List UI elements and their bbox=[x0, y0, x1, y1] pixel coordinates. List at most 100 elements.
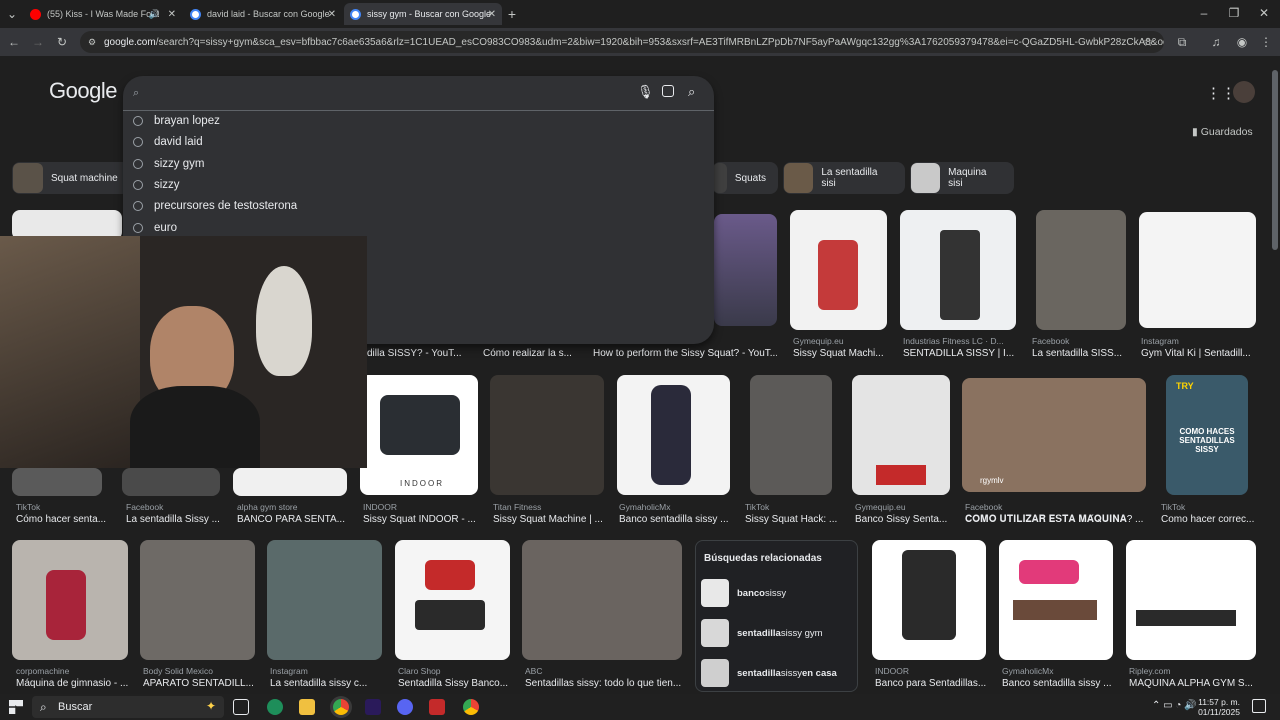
suggestion-item[interactable]: brayan lopez bbox=[133, 111, 220, 131]
chip-sentadilla-sisi[interactable]: La sentadilla sisi bbox=[783, 162, 905, 194]
window-close-icon[interactable]: ✕ bbox=[1256, 5, 1272, 21]
result-caption[interactable]: La sentadilla sissy c... bbox=[270, 678, 382, 689]
result-caption[interactable]: Banco para Sentadillas... bbox=[875, 678, 987, 689]
search-input[interactable] bbox=[153, 84, 633, 106]
suggestion-item[interactable]: precursores de testosterona bbox=[133, 196, 297, 216]
tab-search-icon[interactable]: ⌄ bbox=[4, 6, 20, 22]
close-icon[interactable]: ✕ bbox=[168, 9, 176, 20]
related-item[interactable]: sentadilla sissy gym bbox=[701, 619, 823, 647]
chrome-icon[interactable] bbox=[333, 699, 349, 715]
related-item[interactable]: sentadilla sissy en casa bbox=[701, 659, 837, 687]
result-caption[interactable]: Banco sentadilla sissy ... bbox=[1002, 678, 1114, 689]
extensions-icon[interactable]: ⧉ bbox=[1174, 34, 1190, 50]
result-image[interactable] bbox=[12, 540, 128, 660]
result-image[interactable] bbox=[12, 468, 102, 496]
windows-start-icon[interactable] bbox=[9, 700, 23, 714]
result-caption[interactable]: dilla SISSY? - YouT... bbox=[367, 348, 467, 359]
result-image[interactable] bbox=[267, 540, 382, 660]
suggestion-item[interactable]: sizzy bbox=[133, 175, 180, 195]
address-bar[interactable]: ⚙ google.com/search?q=sissy+gym&sca_esv=… bbox=[80, 31, 1164, 53]
tray-icons[interactable]: ⌃ ▭ ◔ 🔊 bbox=[1152, 700, 1197, 711]
media-control-icon[interactable]: ♫ bbox=[1208, 34, 1224, 50]
scrollbar-thumb[interactable] bbox=[1272, 70, 1278, 250]
result-image[interactable] bbox=[395, 540, 510, 660]
minimize-icon[interactable]: – bbox=[1196, 5, 1212, 21]
discord-icon[interactable] bbox=[397, 699, 413, 715]
apps-grid-icon[interactable]: ⋮⋮ bbox=[1206, 84, 1236, 102]
back-icon[interactable]: ← bbox=[6, 34, 22, 50]
result-image[interactable]: TRY COMO HACES SENTADILLAS SISSY bbox=[1166, 375, 1248, 495]
result-image[interactable]: INDOOR bbox=[360, 375, 478, 495]
result-caption[interactable]: BANCO PARA SENTA... bbox=[237, 514, 347, 525]
result-image[interactable] bbox=[714, 214, 777, 326]
forward-icon[interactable]: → bbox=[30, 34, 46, 50]
new-tab-icon[interactable]: + bbox=[504, 6, 520, 22]
result-image[interactable] bbox=[1126, 540, 1256, 660]
result-image[interactable] bbox=[999, 540, 1113, 660]
result-image[interactable] bbox=[617, 375, 730, 495]
result-caption[interactable]: How to perform the Sissy Squat? - YouT..… bbox=[593, 348, 777, 359]
notifications-icon[interactable] bbox=[1252, 699, 1266, 713]
result-image[interactable] bbox=[140, 540, 255, 660]
suggestion-item[interactable]: euro bbox=[133, 218, 177, 238]
search-submit-icon[interactable]: ⌕ bbox=[688, 84, 695, 100]
result-caption[interactable]: Banco Sissy Senta... bbox=[855, 514, 951, 525]
chip-squats[interactable]: Squats bbox=[712, 162, 778, 194]
chip-squat-machine[interactable]: Squat machine bbox=[12, 162, 130, 194]
result-image[interactable] bbox=[750, 375, 832, 495]
speaker-icon[interactable]: 🔊 bbox=[149, 9, 160, 20]
chrome-icon-2[interactable] bbox=[463, 699, 479, 715]
result-image[interactable] bbox=[122, 468, 220, 496]
result-image[interactable] bbox=[233, 468, 347, 496]
result-image[interactable]: rgymlv bbox=[962, 378, 1146, 492]
maximize-icon[interactable]: ❐ bbox=[1226, 5, 1242, 21]
result-image[interactable] bbox=[1139, 212, 1256, 328]
chip-maquina-sisi[interactable]: Maquina sisi bbox=[910, 162, 1014, 194]
result-image[interactable] bbox=[522, 540, 682, 660]
microphone-icon[interactable]: 🎙 bbox=[637, 84, 654, 100]
taskbar-search[interactable]: ⌕ Buscar ✦ bbox=[32, 696, 224, 718]
account-avatar[interactable] bbox=[1233, 81, 1255, 103]
result-caption[interactable]: Cómo realizar la s... bbox=[483, 348, 583, 359]
close-icon[interactable]: ✕ bbox=[488, 9, 496, 20]
result-image[interactable] bbox=[790, 210, 887, 330]
result-image[interactable] bbox=[490, 375, 604, 495]
close-icon[interactable]: ✕ bbox=[328, 9, 336, 20]
reload-icon[interactable]: ↻ bbox=[54, 34, 70, 50]
result-caption[interactable]: La sentadilla SISS... bbox=[1032, 348, 1126, 359]
result-caption[interactable]: MÁQUINA ALPHA GYM S... bbox=[1129, 678, 1255, 689]
result-image[interactable] bbox=[900, 210, 1016, 330]
system-clock[interactable]: 11:57 p. m. 01/11/2025 bbox=[1198, 697, 1240, 717]
result-caption[interactable]: 𝐂𝐎𝐌𝐎 𝐔𝐓𝐈𝐋𝐈𝐙𝐀𝐑 𝐄𝐒𝐓𝐀 𝐌𝐀́𝐐𝐔𝐈𝐍𝐀? ... bbox=[965, 514, 1145, 525]
result-image[interactable] bbox=[872, 540, 986, 660]
related-item[interactable]: banco sissy bbox=[701, 579, 786, 607]
result-caption[interactable]: Sentadillas sissy: todo lo que tien... bbox=[525, 678, 682, 689]
camera-icon[interactable] bbox=[662, 85, 674, 97]
suggestion-item[interactable]: david laid bbox=[133, 132, 203, 152]
result-caption[interactable]: Sentadilla Sissy Banco... bbox=[398, 678, 510, 689]
result-caption[interactable]: Máquina de gimnasio - ... bbox=[16, 678, 128, 689]
tab-david-laid[interactable]: david laid - Buscar con Google ✕ bbox=[184, 3, 342, 25]
app-icon-1[interactable] bbox=[267, 699, 283, 715]
result-caption[interactable]: Sissy Squat Machi... bbox=[793, 348, 887, 359]
google-logo[interactable]: Google bbox=[49, 78, 117, 104]
result-caption[interactable]: SENTADILLA SISSY | I... bbox=[903, 348, 1015, 359]
task-view-icon[interactable] bbox=[233, 699, 249, 715]
suggestion-item[interactable]: sizzy gym bbox=[133, 154, 204, 174]
app-icon-2[interactable] bbox=[429, 699, 445, 715]
result-caption[interactable]: APARATO SENTADILL... bbox=[143, 678, 255, 689]
result-caption[interactable]: Cómo hacer senta... bbox=[16, 514, 112, 525]
premiere-icon[interactable] bbox=[365, 699, 381, 715]
result-caption[interactable]: Sissy Squat Hack: ... bbox=[745, 514, 843, 525]
result-image[interactable] bbox=[1036, 210, 1126, 330]
tab-sissy-gym[interactable]: sissy gym - Buscar con Google ✕ bbox=[344, 3, 502, 25]
result-caption[interactable]: Gym Vital Ki | Sentadill... bbox=[1141, 348, 1255, 359]
tab-youtube[interactable]: (55) Kiss - I Was Made For L 🔊 ✕ bbox=[24, 3, 182, 25]
result-caption[interactable]: Banco sentadilla sissy ... bbox=[619, 514, 731, 525]
result-caption[interactable]: La sentadilla Sissy ... bbox=[126, 514, 222, 525]
result-image[interactable] bbox=[852, 375, 950, 495]
result-caption[interactable]: Sissy Squat INDOOR - ... bbox=[363, 514, 477, 525]
result-caption[interactable]: Como hacer correc... bbox=[1161, 514, 1257, 525]
bookmark-star-icon[interactable]: ☆ bbox=[1140, 34, 1156, 50]
result-caption[interactable]: Sissy Squat Machine | ... bbox=[493, 514, 605, 525]
